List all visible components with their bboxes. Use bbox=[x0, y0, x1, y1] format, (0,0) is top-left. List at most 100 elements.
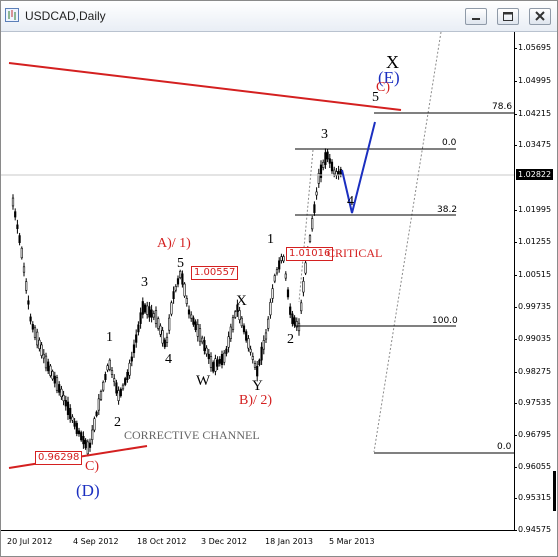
candle-body bbox=[242, 325, 246, 333]
wave-label-4-mid: 4 bbox=[165, 352, 172, 367]
candle-body bbox=[227, 336, 230, 348]
candle-body bbox=[49, 365, 52, 376]
price-tick: 1.01995 bbox=[513, 205, 552, 214]
wave-label-2-upper: 2 bbox=[287, 332, 294, 347]
candle-body bbox=[157, 318, 160, 329]
restore-button[interactable] bbox=[497, 8, 519, 25]
candle-body bbox=[203, 340, 206, 351]
chart-window: USDCAD,Daily X (E) C) 5 3 4 1 2 A)/ 1) 5… bbox=[0, 0, 558, 557]
candle-body bbox=[238, 310, 241, 320]
candle-body bbox=[108, 359, 111, 370]
candle-body bbox=[168, 317, 171, 331]
candle-body bbox=[308, 235, 312, 242]
candle-body bbox=[29, 316, 32, 322]
candle-body bbox=[69, 407, 72, 420]
candle-body bbox=[183, 283, 186, 297]
chart-window-icon bbox=[5, 8, 19, 22]
fib-label-0-lower: 0.0 bbox=[497, 442, 512, 452]
candle-body bbox=[121, 384, 125, 390]
window-title: USDCAD,Daily bbox=[25, 9, 106, 23]
candle-body bbox=[137, 324, 140, 333]
candle-body bbox=[247, 338, 250, 349]
minimize-icon bbox=[472, 18, 480, 20]
candle-body bbox=[88, 442, 92, 448]
title-bar[interactable]: USDCAD,Daily bbox=[1, 1, 557, 32]
upper-trendline bbox=[8, 62, 402, 111]
candle-body bbox=[297, 322, 301, 332]
price-tick: 1.00515 bbox=[513, 270, 552, 279]
date-axis[interactable]: 20 Jul 2012 4 Sep 2012 18 Oct 2012 3 Dec… bbox=[1, 530, 514, 556]
date-tick: 20 Jul 2012 bbox=[7, 537, 53, 546]
candle-body bbox=[302, 280, 305, 293]
candle-body bbox=[245, 331, 248, 341]
candle-body bbox=[91, 429, 94, 440]
wave-label-d: (D) bbox=[76, 481, 100, 500]
candle-body bbox=[333, 169, 336, 175]
close-button[interactable] bbox=[529, 8, 551, 25]
candle-body bbox=[198, 328, 202, 342]
candle-body bbox=[75, 422, 78, 434]
candle-body bbox=[170, 302, 173, 315]
date-tick: 3 Dec 2012 bbox=[201, 537, 248, 546]
candle-body bbox=[194, 321, 197, 331]
price-axis[interactable]: 1.05695 1.04995 1.04215 1.03475 1.02822 … bbox=[513, 32, 557, 534]
candle-body bbox=[176, 278, 180, 285]
candle-body bbox=[253, 363, 257, 368]
candle-body bbox=[102, 381, 105, 391]
candle-body bbox=[313, 204, 316, 213]
candle-body bbox=[190, 314, 193, 319]
candle-body bbox=[174, 286, 177, 291]
candle-body bbox=[154, 310, 158, 324]
candle-body bbox=[71, 416, 74, 421]
fib-label-78-6: 78.6 bbox=[492, 102, 513, 112]
candle-body bbox=[322, 161, 325, 168]
candle-body bbox=[139, 312, 142, 324]
candle-body bbox=[187, 309, 191, 315]
candle-body bbox=[251, 356, 254, 360]
candle-body bbox=[64, 400, 67, 407]
candle-body bbox=[97, 398, 100, 411]
wave-label-2-low: 2 bbox=[114, 415, 121, 430]
price-tick: 0.94575 bbox=[513, 525, 552, 534]
wave-label-3-upper: 3 bbox=[321, 127, 328, 142]
fib-label-38-2: 38.2 bbox=[437, 205, 458, 215]
candle-body bbox=[328, 158, 331, 164]
wave-label-5-top: 5 bbox=[372, 90, 379, 105]
candle-body bbox=[205, 347, 208, 355]
chart-plot-area[interactable]: X (E) C) 5 3 4 1 2 A)/ 1) 5 3 4 1 2 X W … bbox=[1, 31, 514, 530]
candle-body bbox=[225, 348, 228, 354]
price-box-0-96298: 0.96298 bbox=[35, 451, 83, 465]
candle-body bbox=[209, 356, 213, 368]
candle-body bbox=[185, 298, 188, 304]
candle-body bbox=[212, 362, 215, 372]
candle-body bbox=[291, 313, 294, 324]
candle-body bbox=[42, 353, 45, 359]
minimize-button[interactable] bbox=[465, 8, 487, 25]
candle-body bbox=[38, 339, 41, 349]
candle-body bbox=[249, 348, 252, 353]
candle-body bbox=[31, 324, 34, 330]
candle-body bbox=[146, 305, 149, 315]
candle-body bbox=[284, 273, 287, 279]
candle-body bbox=[113, 378, 116, 383]
price-tick: 0.95315 bbox=[513, 493, 552, 502]
candle-body bbox=[104, 374, 107, 380]
date-tick: 18 Oct 2012 bbox=[137, 537, 187, 546]
candle-body bbox=[132, 344, 136, 354]
candle-body bbox=[33, 327, 37, 338]
candle-body bbox=[152, 313, 155, 318]
candle-body bbox=[330, 161, 334, 172]
wave-label-3-mid: 3 bbox=[141, 275, 148, 290]
date-tick: 4 Sep 2012 bbox=[73, 537, 119, 546]
wave-label-5-mid: 5 bbox=[177, 256, 184, 271]
candle-body bbox=[240, 317, 243, 327]
candle-body bbox=[130, 356, 133, 362]
price-tick: 1.05695 bbox=[513, 43, 552, 52]
candle-body bbox=[196, 324, 199, 337]
candle-body bbox=[62, 395, 65, 402]
candle-body bbox=[53, 375, 56, 384]
price-tick: 0.97535 bbox=[513, 398, 552, 407]
candle-body bbox=[181, 273, 184, 285]
candle-body bbox=[337, 170, 340, 175]
price-scale-thumb[interactable] bbox=[553, 471, 556, 511]
